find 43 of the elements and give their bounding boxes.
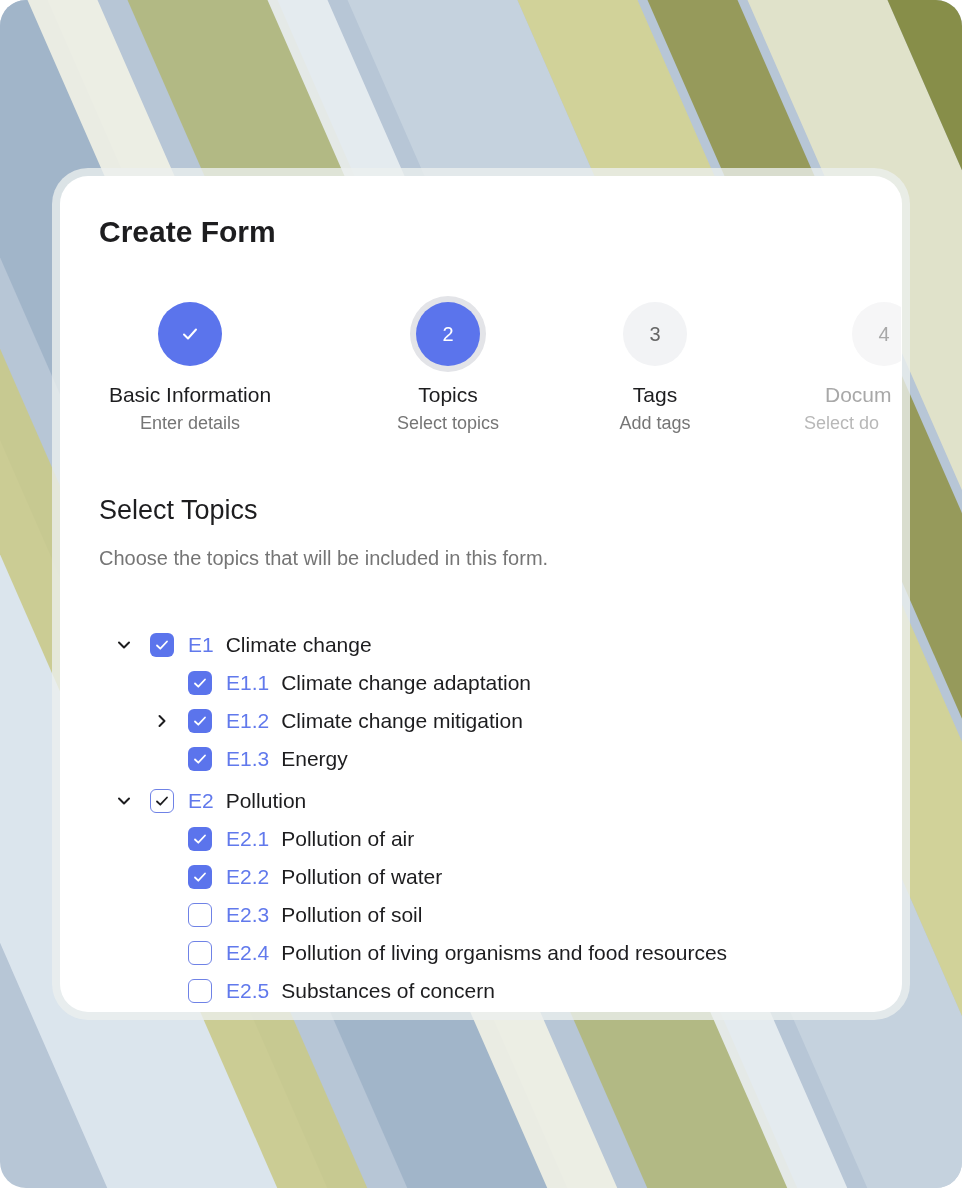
checkbox[interactable] — [188, 865, 212, 889]
topic-label: Pollution of living organisms and food resources — [281, 941, 728, 965]
step-subtitle: Select topics — [396, 412, 500, 434]
step-title: Topics — [418, 382, 478, 408]
checkbox[interactable] — [150, 633, 174, 657]
step-number: 4 — [878, 322, 890, 346]
topic-label: Energy — [281, 747, 348, 771]
topic-code: E2.5 — [226, 979, 270, 1003]
section-heading: Select Topics — [99, 494, 259, 526]
topic-label: Climate change mitigation — [281, 709, 523, 733]
step-number: 2 — [442, 322, 454, 346]
topic-code: E2.1 — [226, 827, 270, 851]
step-title: Docum — [825, 382, 892, 408]
form-title: Create Form — [99, 214, 277, 250]
topic-label: Climate change adaptation — [281, 671, 532, 695]
topic-code: E2 — [188, 789, 214, 813]
step-subtitle: Enter details — [139, 412, 241, 434]
checkbox[interactable] — [188, 827, 212, 851]
topic-code: E2.3 — [226, 903, 270, 927]
step-number: 3 — [649, 322, 661, 346]
topic-label: Substances of concern — [281, 979, 495, 1003]
topic-label: Pollution of soil — [281, 903, 423, 927]
section-description: Choose the topics that will be included in this form. — [99, 546, 550, 570]
topic-code: E2.4 — [226, 941, 270, 965]
checkbox[interactable] — [188, 903, 212, 927]
checkbox[interactable] — [188, 747, 212, 771]
step-subtitle: Select do — [804, 412, 880, 434]
checkbox[interactable] — [188, 979, 212, 1003]
step-title: Basic Information — [108, 382, 272, 408]
topic-code: E1.1 — [226, 671, 270, 695]
topic-label: Climate change — [225, 633, 372, 657]
topic-label: Pollution of air — [281, 827, 415, 851]
checkbox[interactable] — [188, 709, 212, 733]
checkbox[interactable] — [188, 671, 212, 695]
topic-code: E1.3 — [226, 747, 270, 771]
checkbox[interactable] — [188, 941, 212, 965]
step-subtitle: Add tags — [619, 412, 691, 434]
topic-label: Pollution of water — [281, 865, 443, 889]
topic-code: E1.2 — [226, 709, 270, 733]
topic-code: E2.2 — [226, 865, 270, 889]
topic-code: E1 — [188, 633, 214, 657]
step-title: Tags — [632, 382, 678, 408]
topic-label: Pollution — [225, 789, 307, 813]
